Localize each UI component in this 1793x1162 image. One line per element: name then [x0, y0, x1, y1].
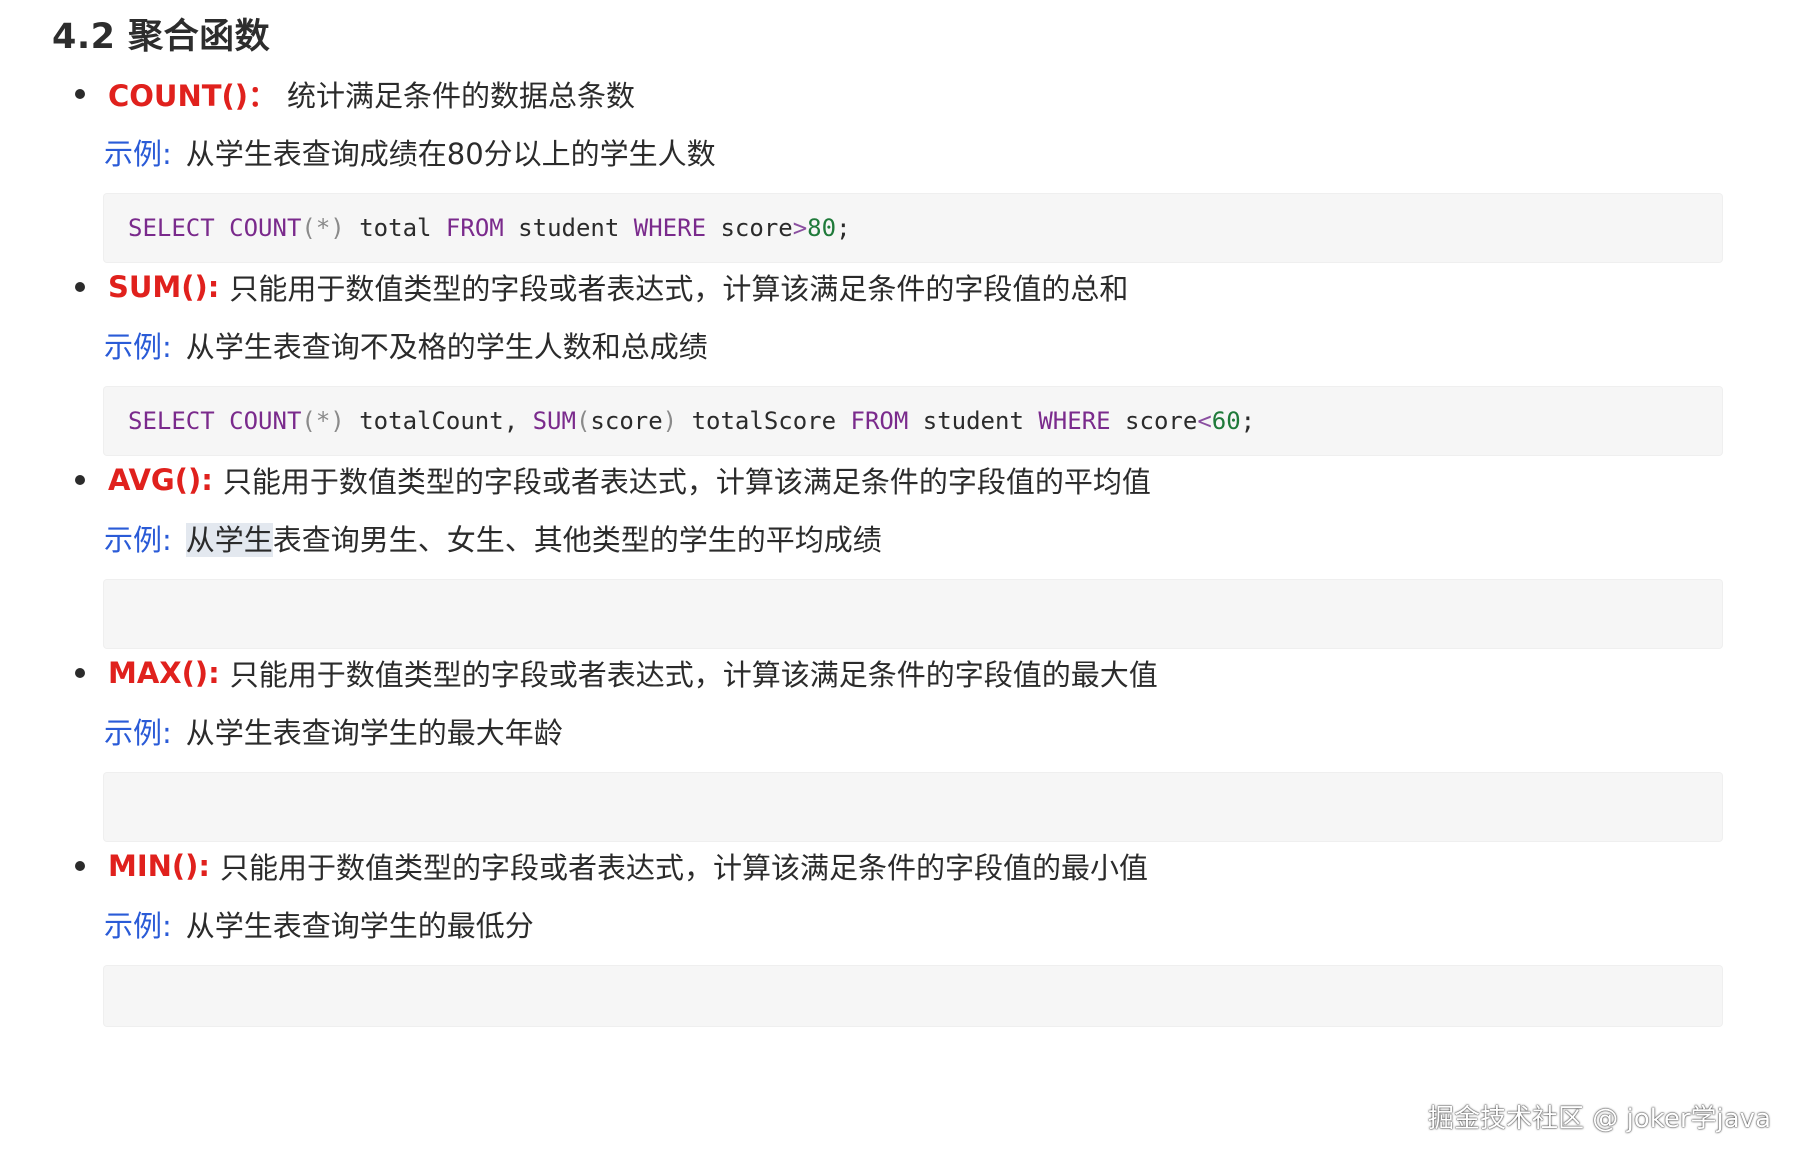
function-name: MIN(): [108, 849, 211, 883]
text-selection-highlight: 从学生 [185, 523, 273, 557]
code-token-id: student [503, 214, 634, 242]
example-line: 示例: 从学生表查询学生的最低分 [104, 902, 534, 946]
example-text: 从学生表查询学生的最大年龄 [185, 716, 563, 750]
code-token-id: ; [1240, 407, 1256, 435]
code-token-op: > [792, 214, 808, 242]
code-token-kw: WHERE [633, 214, 707, 242]
function-name: AVG(): [108, 463, 213, 497]
bullet-icon [75, 475, 85, 485]
list-item: COUNT()： 统计满足条件的数据总条数 [75, 72, 635, 116]
code-block[interactable]: SELECT COUNT (*) total FROM student WHERE… [104, 194, 1722, 262]
bullet-icon [75, 861, 85, 871]
code-token-id [215, 214, 229, 242]
function-description: 统计满足条件的数据总条数 [287, 79, 636, 113]
list-item: MIN(): 只能用于数值类型的字段或者表达式，计算该满足条件的字段值的最小值 [75, 844, 1148, 888]
function-name: MAX(): [108, 656, 220, 690]
code-token-id [215, 407, 229, 435]
code-token-id: student [908, 407, 1039, 435]
code-token-id: ; [836, 214, 851, 242]
code-token-punc: ) [662, 407, 678, 435]
code-token-kw: WHERE [1038, 407, 1111, 435]
example-line: 示例: 从学生表查询学生的最大年龄 [104, 709, 563, 753]
function-name: SUM(): [108, 270, 220, 304]
code-token-id: totalCount, [344, 407, 533, 435]
code-token-id: total [344, 214, 446, 242]
example-label: 示例: [104, 523, 172, 557]
function-description: 只能用于数值类型的字段或者表达式，计算该满足条件的字段值的最小值 [220, 851, 1149, 885]
code-token-punc: (*) [301, 214, 345, 242]
code-token-id: score [590, 407, 663, 435]
function-description: 只能用于数值类型的字段或者表达式，计算该满足条件的字段值的平均值 [222, 465, 1151, 499]
code-token-op: < [1197, 407, 1212, 435]
code-token-kw: SELECT [128, 407, 215, 435]
code-block[interactable]: SELECT COUNT (*) totalCount, SUM(score) t… [104, 387, 1722, 455]
example-label: 示例: [104, 137, 172, 171]
example-label: 示例: [104, 716, 172, 750]
code-token-kw: SUM [532, 407, 576, 435]
watermark: 掘金技术社区 @ joker学java [1428, 1104, 1771, 1134]
bullet-icon [75, 89, 85, 99]
code-token-id: totalScore [677, 407, 851, 435]
code-token-punc: ( [575, 407, 591, 435]
example-text: 从学生表查询学生的最低分 [185, 909, 534, 943]
code-token-id: score [706, 214, 793, 242]
code-token-kw: SELECT [128, 214, 215, 242]
example-line: 示例: 从学生表查询男生、女生、其他类型的学生的平均成绩 [104, 516, 882, 560]
code-token-kw: FROM [445, 214, 504, 242]
example-text: 从学生表查询男生、女生、其他类型的学生的平均成绩 [185, 517, 882, 559]
code-token-kw: COUNT [229, 214, 302, 242]
code-token-num: 60 [1211, 407, 1241, 435]
example-line: 示例: 从学生表查询成绩在80分以上的学生人数 [104, 130, 716, 174]
list-item: SUM(): 只能用于数值类型的字段或者表达式，计算该满足条件的字段值的总和 [75, 265, 1128, 309]
document-page: 4.2 聚合函数 COUNT()： 统计满足条件的数据总条数 示例: 从学生表查… [0, 0, 1793, 1162]
code-block[interactable] [104, 966, 1722, 1026]
example-label: 示例: [104, 330, 172, 364]
code-block[interactable] [104, 773, 1722, 841]
example-text-rest: 表查询男生、女生、其他类型的学生的平均成绩 [272, 523, 882, 557]
bullet-icon [75, 282, 85, 292]
bullet-icon [75, 668, 85, 678]
example-line: 示例: 从学生表查询不及格的学生人数和总成绩 [104, 323, 708, 367]
function-description: 只能用于数值类型的字段或者表达式，计算该满足条件的字段值的总和 [229, 272, 1129, 306]
code-token-num: 80 [807, 214, 837, 242]
example-text: 从学生表查询成绩在80分以上的学生人数 [185, 137, 716, 171]
code-token-kw: FROM [850, 407, 909, 435]
function-description: 只能用于数值类型的字段或者表达式，计算该满足条件的字段值的最大值 [229, 658, 1158, 692]
code-token-kw: COUNT [229, 407, 302, 435]
function-name: COUNT()： [108, 79, 278, 113]
example-text: 从学生表查询不及格的学生人数和总成绩 [185, 330, 708, 364]
section-heading: 4.2 聚合函数 [52, 17, 271, 57]
code-token-punc: (*) [301, 407, 345, 435]
list-item: AVG(): 只能用于数值类型的字段或者表达式，计算该满足条件的字段值的平均值 [75, 458, 1151, 502]
example-label: 示例: [104, 909, 172, 943]
code-block[interactable] [104, 580, 1722, 648]
code-token-id: score [1110, 407, 1198, 435]
list-item: MAX(): 只能用于数值类型的字段或者表达式，计算该满足条件的字段值的最大值 [75, 651, 1158, 695]
